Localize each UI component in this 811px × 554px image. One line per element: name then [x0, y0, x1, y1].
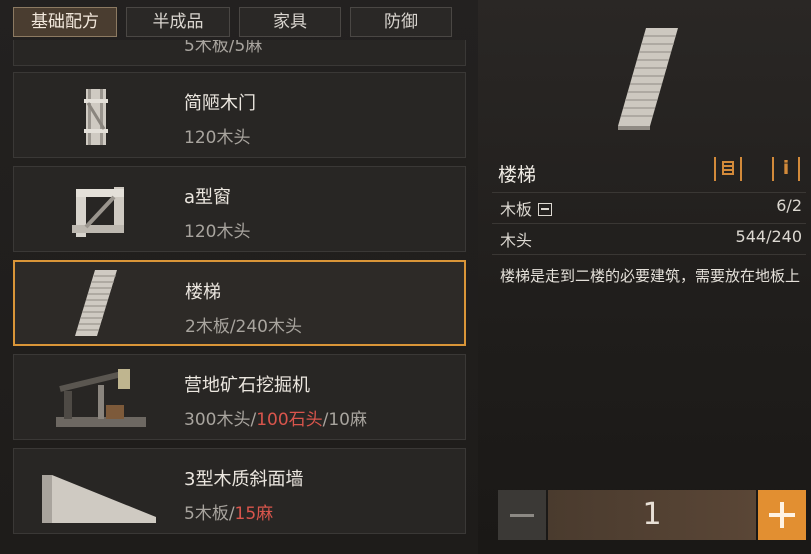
recipe-cost: 120木头 — [184, 128, 251, 148]
a-frame-window-icon — [72, 187, 124, 237]
item-description: 楼梯是走到二楼的必要建筑，需要放在地板上 — [500, 267, 801, 285]
recipe-name: 营地矿石挖掘机 — [184, 375, 310, 396]
recipe-name: 楼梯 — [185, 282, 221, 303]
info-icon[interactable]: i — [772, 157, 800, 181]
blueprint-icon[interactable] — [714, 157, 742, 181]
recipe-card-a-window[interactable]: a型窗 120木头 — [13, 166, 466, 252]
recipe-cost: 120木头 — [184, 222, 251, 242]
tab-defense[interactable]: 防御 — [350, 7, 452, 37]
requirement-name: 木板 — [500, 200, 533, 219]
requirement-value: 544/240 — [735, 227, 802, 246]
requirement-name: 木头 — [500, 231, 533, 250]
blueprint-icon — [538, 203, 553, 216]
recipe-name: a型窗 — [184, 187, 232, 208]
recipe-cost: 300木头/100石头/10麻 — [184, 410, 367, 430]
recipe-card-sloped-wall[interactable]: 3型木质斜面墙 5木板/15麻 — [13, 448, 466, 534]
recipe-card-ore-extractor[interactable]: 营地矿石挖掘机 300木头/100石头/10麻 — [13, 354, 466, 440]
ore-extractor-icon — [56, 369, 146, 427]
item-title: 楼梯 — [498, 164, 537, 186]
tab-semi-finished[interactable]: 半成品 — [126, 7, 230, 37]
wooden-door-icon — [84, 89, 108, 145]
stairs-preview-image — [618, 28, 678, 130]
tab-furniture[interactable]: 家具 — [239, 7, 341, 37]
recipe-name: 3型木质斜面墙 — [184, 469, 304, 490]
requirement-value: 6/2 — [776, 196, 802, 215]
tab-basic-recipes[interactable]: 基础配方 — [13, 7, 117, 37]
recipe-card[interactable]: 5木板/5麻 — [13, 40, 466, 66]
recipe-card-wooden-door[interactable]: 简陋木门 120木头 — [13, 72, 466, 158]
plus-icon[interactable] — [758, 490, 806, 540]
detail-panel: 楼梯 i 木板 6/2 木头 544/240 楼梯是走到二楼的必要建筑，需要放在… — [478, 0, 811, 554]
recipe-name: 简陋木门 — [184, 93, 256, 114]
quantity-stepper: 1 — [498, 490, 806, 540]
recipe-cost: 2木板/240木头 — [185, 317, 302, 337]
recipe-cost: 5木板/5麻 — [184, 40, 263, 56]
recipe-list[interactable]: 5木板/5麻 简陋木门 120木头 a型窗 120木头 楼梯 2木板/240木头… — [13, 40, 466, 554]
quantity-value[interactable]: 1 — [548, 490, 756, 540]
recipe-cost: 5木板/15麻 — [184, 504, 274, 524]
stairs-icon — [75, 270, 117, 336]
minus-icon[interactable] — [498, 490, 546, 540]
recipe-panel: 基础配方 半成品 家具 防御 5木板/5麻 简陋木门 120木头 a型窗 120… — [0, 0, 478, 554]
divider — [492, 254, 806, 255]
sloped-wall-icon — [42, 475, 156, 523]
recipe-card-stairs[interactable]: 楼梯 2木板/240木头 — [13, 260, 466, 346]
requirement-row-wood: 木头 544/240 — [492, 223, 806, 251]
requirement-row-planks: 木板 6/2 — [492, 192, 806, 220]
